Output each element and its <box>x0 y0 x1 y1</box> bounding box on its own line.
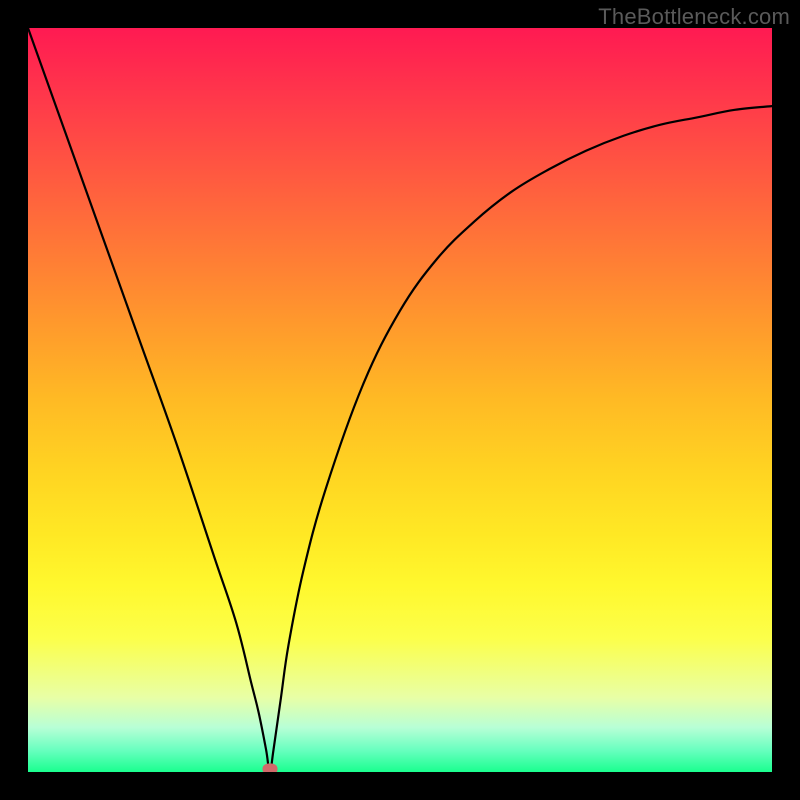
chart-frame: TheBottleneck.com <box>0 0 800 800</box>
plot-area <box>28 28 772 772</box>
watermark-text: TheBottleneck.com <box>598 4 790 30</box>
bottleneck-curve <box>28 28 772 772</box>
minimum-marker <box>262 764 277 773</box>
